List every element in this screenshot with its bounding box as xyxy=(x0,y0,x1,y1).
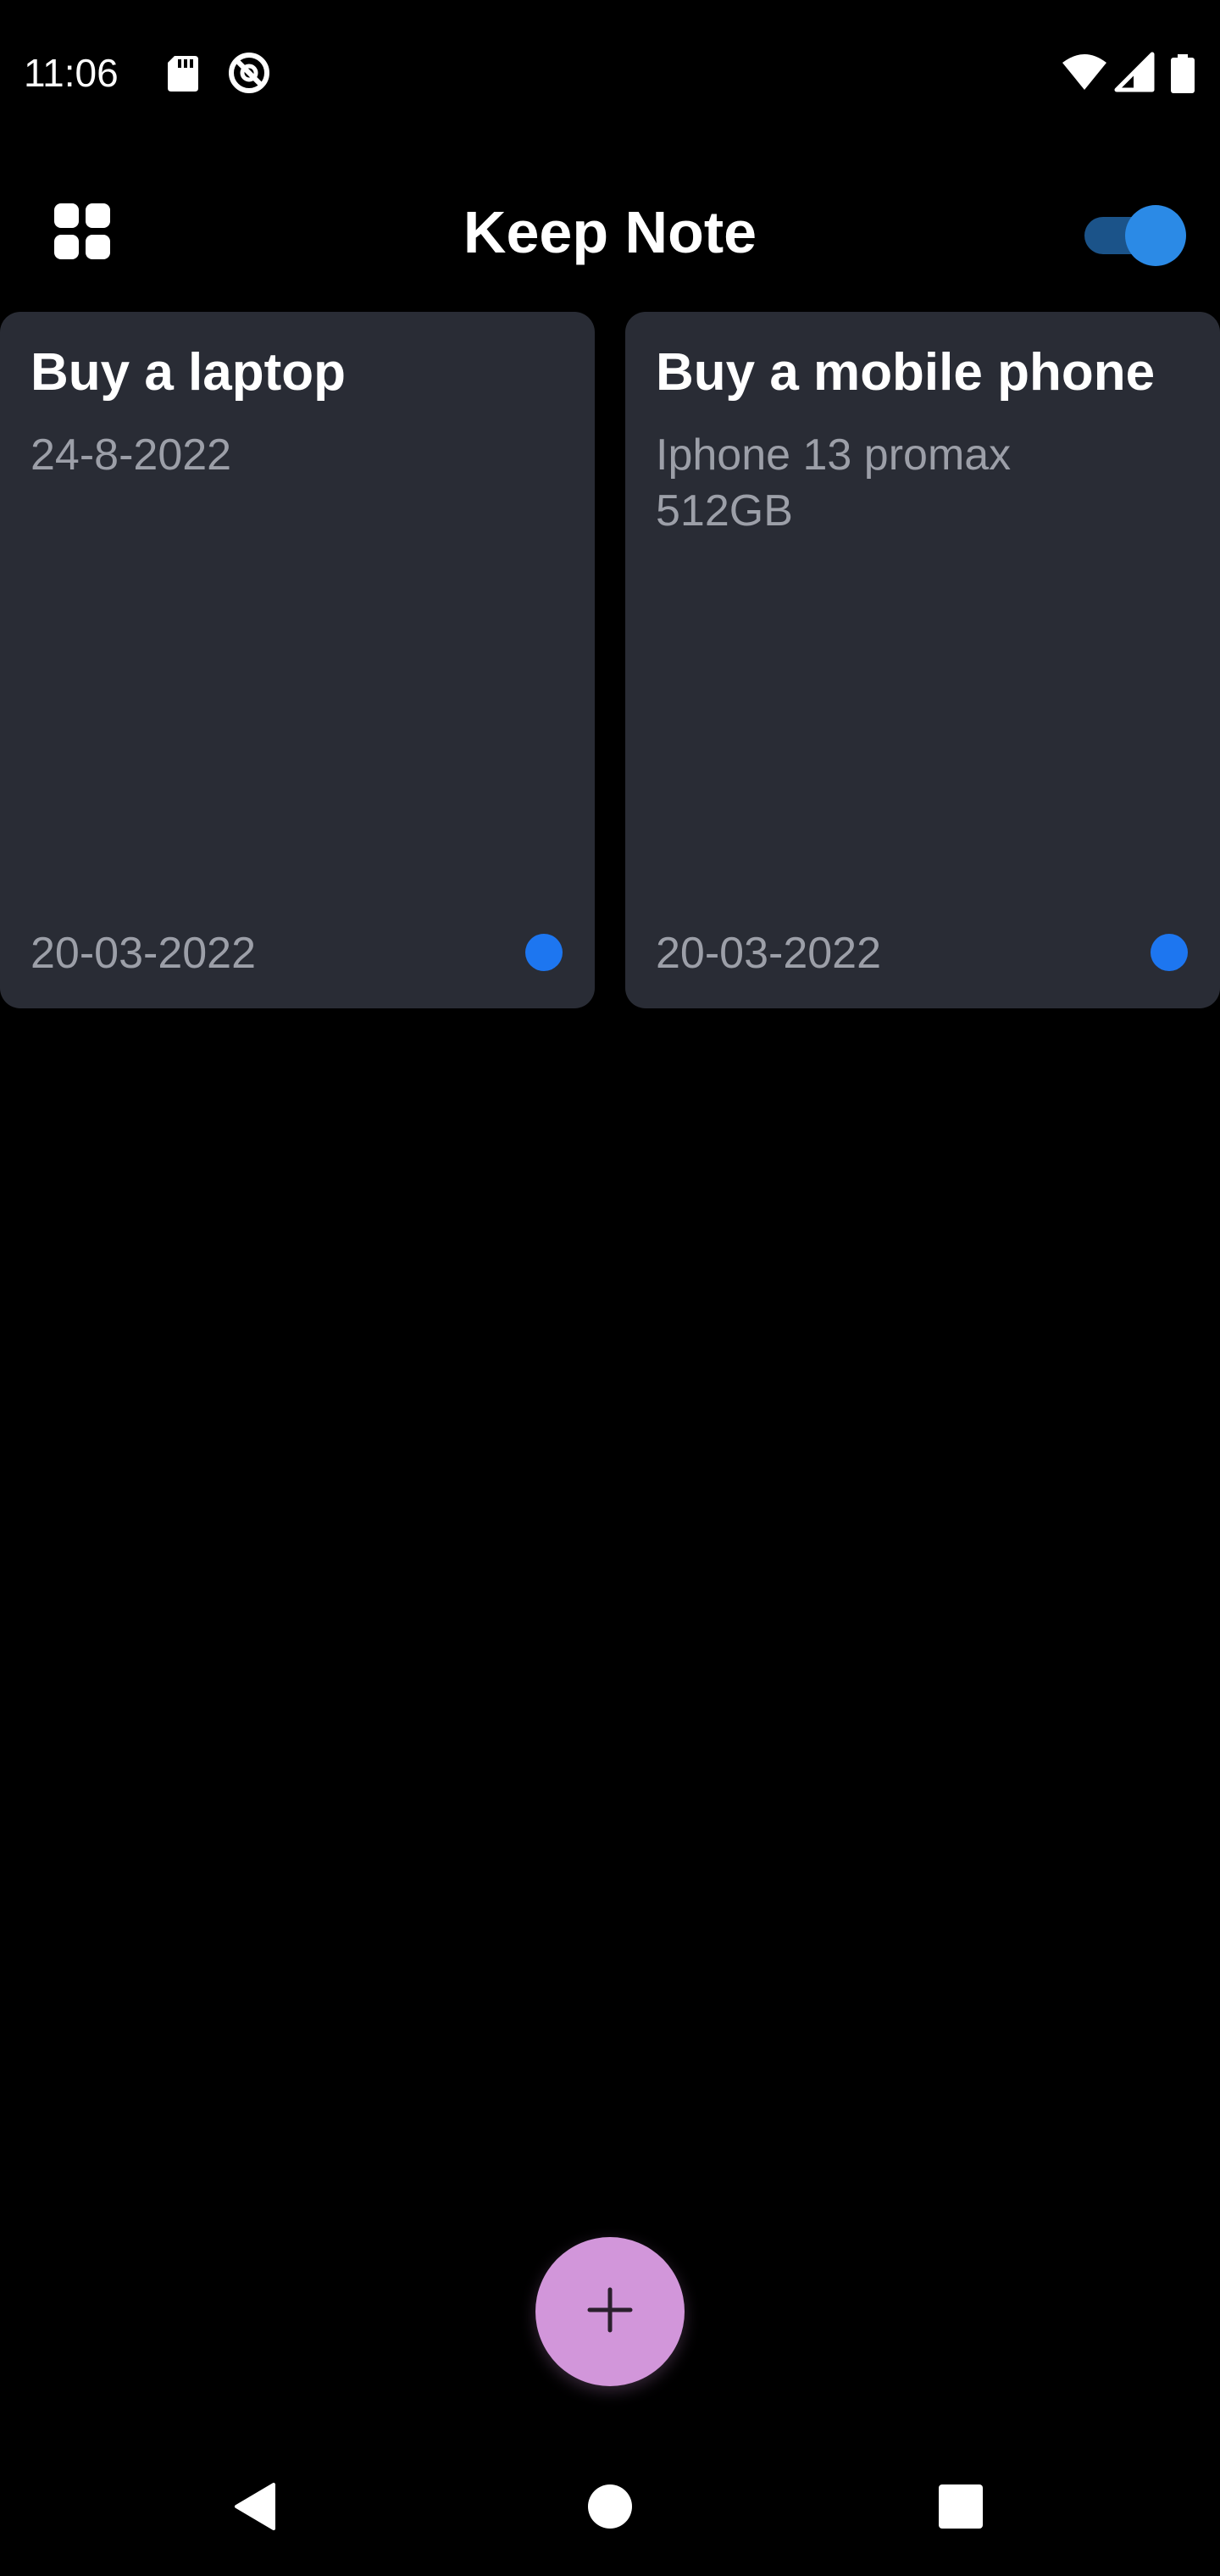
note-content: Iphone 13 promax 512GB xyxy=(656,430,1012,536)
note-color-dot xyxy=(1151,934,1188,971)
status-bar: 11:06 xyxy=(0,0,1220,144)
recents-button[interactable] xyxy=(910,2457,1012,2559)
app-bar: Keep Note xyxy=(0,161,1220,288)
note-date: 20-03-2022 xyxy=(656,929,881,978)
note-card[interactable]: Buy a laptop 24-8-2022 20-03-2022 xyxy=(0,312,595,1008)
app-title: Keep Note xyxy=(463,199,757,265)
no-sync-icon xyxy=(225,49,273,97)
home-button[interactable] xyxy=(559,2457,661,2559)
notes-grid: Buy a laptop 24-8-2022 20-03-2022 Buy a … xyxy=(0,312,1220,1008)
status-time: 11:06 xyxy=(24,51,119,95)
add-note-button[interactable] xyxy=(535,2237,685,2386)
note-card[interactable]: Buy a mobile phone Iphone 13 promax 512G… xyxy=(625,312,1220,1008)
recents-icon xyxy=(938,2484,984,2534)
note-content: 24-8-2022 xyxy=(30,430,232,480)
note-date: 20-03-2022 xyxy=(30,929,256,978)
system-nav-bar xyxy=(0,2440,1220,2576)
note-color-dot xyxy=(525,934,563,971)
note-title: Buy a mobile phone xyxy=(656,343,1156,402)
plus-icon xyxy=(586,2286,634,2338)
cell-signal-icon xyxy=(1113,49,1156,97)
wifi-icon xyxy=(1061,49,1108,97)
back-icon xyxy=(231,2481,277,2536)
toggle-thumb xyxy=(1125,205,1186,266)
back-button[interactable] xyxy=(203,2457,305,2559)
sd-card-icon xyxy=(166,49,200,97)
home-icon xyxy=(587,2484,633,2534)
note-title: Buy a laptop xyxy=(30,343,347,402)
theme-toggle-switch[interactable] xyxy=(1079,200,1193,268)
battery-icon xyxy=(1169,49,1196,97)
